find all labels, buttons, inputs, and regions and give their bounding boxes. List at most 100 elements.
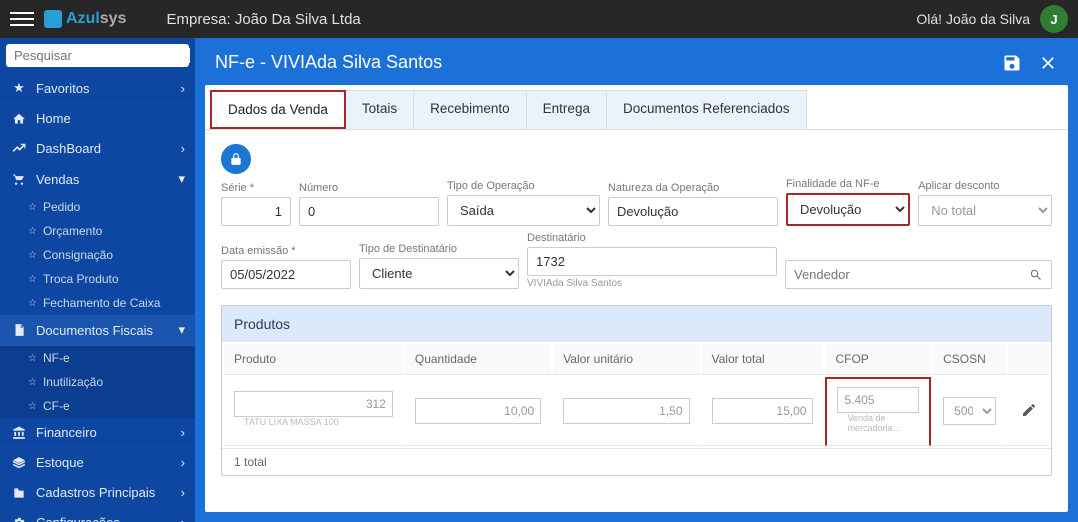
th-valor-unitario: Valor unitário xyxy=(553,344,699,375)
sidebar-sub-cfe[interactable]: ☆CF-e xyxy=(0,394,195,418)
tab-totais[interactable]: Totais xyxy=(346,90,414,129)
sidebar-item-financeiro[interactable]: Financeiro › xyxy=(0,418,195,448)
select-aplicar-desconto[interactable]: No total xyxy=(918,195,1052,226)
cell-produto[interactable] xyxy=(234,391,393,417)
sidebar-item-documentos-fiscais[interactable]: Documentos Fiscais ▾ xyxy=(0,315,195,346)
label-finalidade: Finalidade da NF-e xyxy=(786,178,910,190)
sidebar-sub-troca[interactable]: ☆Troca Produto xyxy=(0,267,195,291)
chevron-right-icon: › xyxy=(181,515,185,522)
bank-icon xyxy=(10,426,28,440)
cell-cfop-helper: Venda de mercadoria... xyxy=(837,413,919,437)
select-tipo-destinatario[interactable]: Cliente xyxy=(359,258,519,289)
folder-icon xyxy=(10,486,28,500)
document-icon xyxy=(10,323,28,337)
cell-valor-total[interactable] xyxy=(712,398,814,424)
lock-icon xyxy=(229,152,243,166)
sidebar-item-home[interactable]: Home xyxy=(0,104,195,134)
sidebar-sub-fechamento[interactable]: ☆Fechamento de Caixa xyxy=(0,291,195,315)
cell-csosn[interactable]: 500 xyxy=(943,397,996,425)
input-vendedor[interactable] xyxy=(785,260,1020,289)
tab-entrega[interactable]: Entrega xyxy=(527,90,607,129)
input-destinatario[interactable] xyxy=(527,247,777,276)
star-icon: ☆ xyxy=(28,226,37,237)
star-icon: ☆ xyxy=(28,353,37,364)
th-quantidade: Quantidade xyxy=(405,344,551,375)
chart-icon xyxy=(10,142,28,156)
sidebar-item-label: Documentos Fiscais xyxy=(36,323,153,338)
sidebar-item-vendas[interactable]: Vendas ▾ xyxy=(0,164,195,195)
star-icon: ☆ xyxy=(28,377,37,388)
chevron-right-icon: › xyxy=(181,425,185,440)
vendedor-search-button[interactable] xyxy=(1020,260,1052,289)
select-tipo-operacao[interactable]: Saída xyxy=(447,195,600,226)
star-icon: ☆ xyxy=(28,298,37,309)
gear-icon xyxy=(10,516,28,522)
star-icon: ☆ xyxy=(28,202,37,213)
save-icon[interactable] xyxy=(1002,53,1022,73)
sidebar-item-label: Favoritos xyxy=(36,81,89,96)
cell-valor-unitario[interactable] xyxy=(563,398,689,424)
label-natureza: Natureza da Operação xyxy=(608,182,778,194)
chevron-right-icon: › xyxy=(181,141,185,156)
sidebar-sub-inutilizacao[interactable]: ☆Inutilização xyxy=(0,370,195,394)
label-destinatario: Destinatário xyxy=(527,232,777,244)
sidebar-item-cadastros[interactable]: Cadastros Principais › xyxy=(0,478,195,508)
chevron-right-icon: › xyxy=(181,455,185,470)
th-cfop: CFOP xyxy=(825,344,931,375)
label-tipo-operacao: Tipo de Operação xyxy=(447,180,600,192)
tab-documentos-referenciados[interactable]: Documentos Referenciados xyxy=(607,90,807,129)
sidebar-item-label: Cadastros Principais xyxy=(36,485,155,500)
input-natureza[interactable] xyxy=(608,197,778,226)
logo-text-2: sys xyxy=(100,10,127,27)
label-serie: Série * xyxy=(221,182,291,194)
sidebar-search[interactable] xyxy=(6,44,189,67)
sidebar-sub-orcamento[interactable]: ☆Orçamento xyxy=(0,219,195,243)
sidebar-item-estoque[interactable]: Estoque › xyxy=(0,448,195,478)
logo-text-1: Azul xyxy=(66,10,100,27)
logo[interactable]: Azulsys xyxy=(44,10,126,28)
helper-destinatario: VIVIAda Silva Santos xyxy=(527,278,777,289)
sidebar-sub-pedido[interactable]: ☆Pedido xyxy=(0,195,195,219)
star-icon: ☆ xyxy=(28,401,37,412)
sidebar-item-label: DashBoard xyxy=(36,141,101,156)
input-data-emissao[interactable] xyxy=(221,260,351,289)
th-valor-total: Valor total xyxy=(702,344,824,375)
sidebar-item-label: Home xyxy=(36,111,71,126)
sidebar-sub-consignacao[interactable]: ☆Consignação xyxy=(0,243,195,267)
sidebar-item-dashboard[interactable]: DashBoard › xyxy=(0,134,195,164)
menu-toggle-button[interactable] xyxy=(10,12,34,26)
input-numero[interactable] xyxy=(299,197,439,226)
cart-icon xyxy=(10,172,28,186)
star-icon: ☆ xyxy=(28,274,37,285)
sidebar-sub-nfe[interactable]: ☆NF-e xyxy=(0,346,195,370)
label-vendedor xyxy=(785,245,1052,257)
cell-cfop[interactable] xyxy=(837,387,919,413)
star-icon: ☆ xyxy=(28,250,37,261)
sidebar-item-label: Vendas xyxy=(36,172,79,187)
sidebar-item-label: Configurações xyxy=(36,515,120,522)
logo-icon xyxy=(44,10,62,28)
cell-quantidade[interactable] xyxy=(415,398,541,424)
table-header-row: Produto Quantidade Valor unitário Valor … xyxy=(224,344,1049,375)
sidebar: ★ Favoritos › Home DashBoard › Vendas ▾ … xyxy=(0,38,195,522)
select-finalidade[interactable]: Devolução xyxy=(786,193,910,226)
page-header: NF-e - VIVIAda Silva Santos xyxy=(195,38,1078,85)
tab-dados-venda[interactable]: Dados da Venda xyxy=(210,90,346,129)
avatar[interactable]: J xyxy=(1040,5,1068,33)
page-title: NF-e - VIVIAda Silva Santos xyxy=(215,52,442,73)
edit-icon[interactable] xyxy=(1021,402,1037,418)
sidebar-item-label: Estoque xyxy=(36,455,84,470)
label-numero: Número xyxy=(299,182,439,194)
sidebar-item-configuracoes[interactable]: Configurações › xyxy=(0,508,195,522)
products-title: Produtos xyxy=(222,306,1051,342)
sidebar-search-input[interactable] xyxy=(14,48,190,63)
tab-recebimento[interactable]: Recebimento xyxy=(414,90,527,129)
close-icon[interactable] xyxy=(1038,53,1058,73)
cell-produto-helper: TATU LIXA MASSA 100 xyxy=(234,417,393,431)
lock-button[interactable] xyxy=(221,144,251,174)
chevron-down-icon: ▾ xyxy=(178,171,185,187)
label-tipo-destinatario: Tipo de Destinatário xyxy=(359,243,519,255)
sidebar-item-favoritos[interactable]: ★ Favoritos › xyxy=(0,73,195,104)
input-serie[interactable] xyxy=(221,197,291,226)
products-panel: Produtos Produto Quantidade Valor unitár… xyxy=(221,305,1052,476)
